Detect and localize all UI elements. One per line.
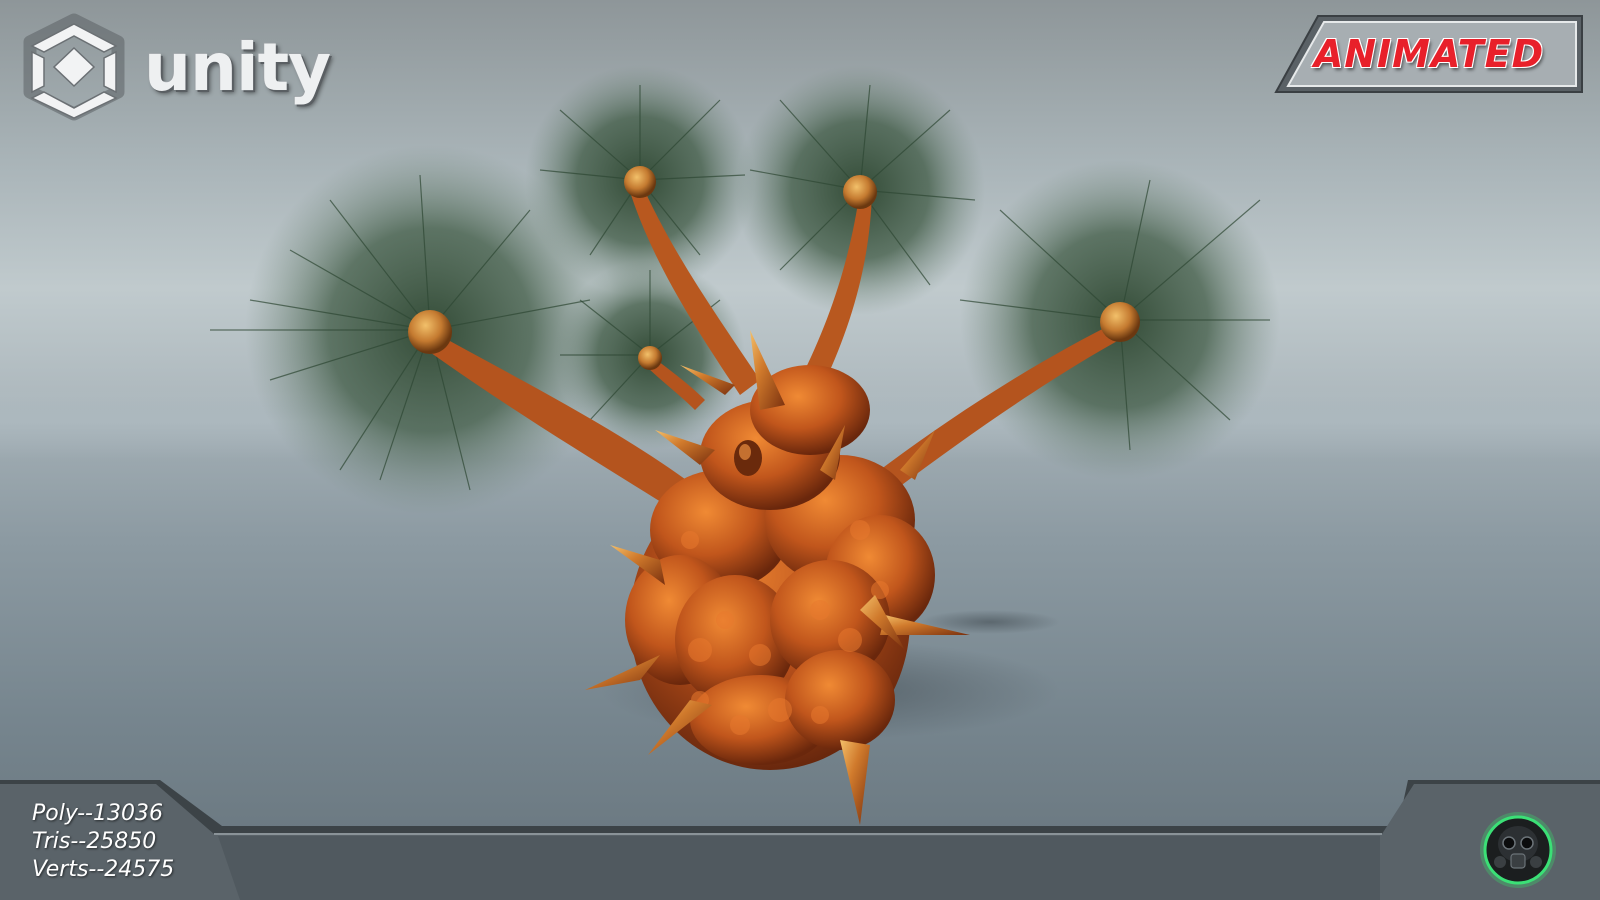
mesh-stats: Poly--13036 Tris--25850 Verts--24575 (32, 800, 232, 884)
bottom-info-bar (0, 780, 1600, 900)
verts-count: Verts--24575 (32, 857, 175, 882)
animated-label: ANIMATED (1313, 32, 1545, 76)
unity-wordmark: unity (144, 28, 331, 106)
tris-count: Tris--25850 (32, 829, 157, 854)
unity-logo: unity (18, 12, 338, 122)
poly-count: Poly--13036 (32, 801, 163, 826)
gas-mask-icon (1480, 812, 1556, 888)
animated-badge: ANIMATED (1274, 14, 1584, 94)
creature-render (210, 65, 1280, 825)
unity-cube-icon (23, 13, 125, 121)
